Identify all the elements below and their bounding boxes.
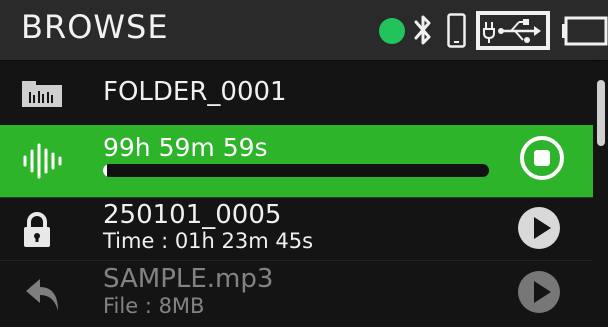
folder-icon bbox=[22, 81, 62, 107]
file-duration: Time : 01h 23m 45s bbox=[103, 229, 314, 253]
header-bar: BROWSE bbox=[0, 0, 608, 62]
usb-icon bbox=[476, 11, 550, 50]
play-icon bbox=[534, 281, 551, 303]
lock-icon bbox=[24, 212, 50, 247]
list-item-recording[interactable]: 99h 59m 59s bbox=[0, 125, 593, 197]
battery-icon bbox=[562, 16, 608, 46]
stop-icon bbox=[534, 150, 550, 166]
list-item-file[interactable]: 250101_0005 Time : 01h 23m 45s bbox=[0, 197, 593, 261]
phone-icon bbox=[447, 13, 466, 48]
status-dot-icon bbox=[379, 18, 405, 44]
screen-title: BROWSE bbox=[21, 8, 169, 46]
play-icon bbox=[534, 217, 551, 239]
recording-progress-bar bbox=[103, 164, 489, 177]
file-name: SAMPLE.mp3 bbox=[103, 264, 274, 294]
list-item-folder[interactable]: FOLDER_0001 bbox=[0, 61, 593, 125]
recording-time: 99h 59m 59s bbox=[103, 133, 268, 162]
play-button[interactable] bbox=[518, 207, 560, 249]
folder-name: FOLDER_0001 bbox=[103, 77, 287, 107]
scrollbar-thumb[interactable] bbox=[597, 80, 605, 146]
browse-screen: BROWSE FOLDER_0001 99h 59m 59s 250101_00… bbox=[0, 0, 608, 327]
bluetooth-icon bbox=[414, 15, 431, 45]
stop-button[interactable] bbox=[520, 136, 564, 180]
file-size: File : 8MB bbox=[103, 294, 205, 318]
list-item-file[interactable]: SAMPLE.mp3 File : 8MB bbox=[0, 260, 593, 327]
back-arrow-icon bbox=[26, 279, 58, 311]
play-button[interactable] bbox=[518, 271, 560, 313]
waveform-icon bbox=[23, 143, 62, 179]
recording-progress-fill bbox=[103, 164, 107, 177]
file-name: 250101_0005 bbox=[103, 200, 282, 230]
